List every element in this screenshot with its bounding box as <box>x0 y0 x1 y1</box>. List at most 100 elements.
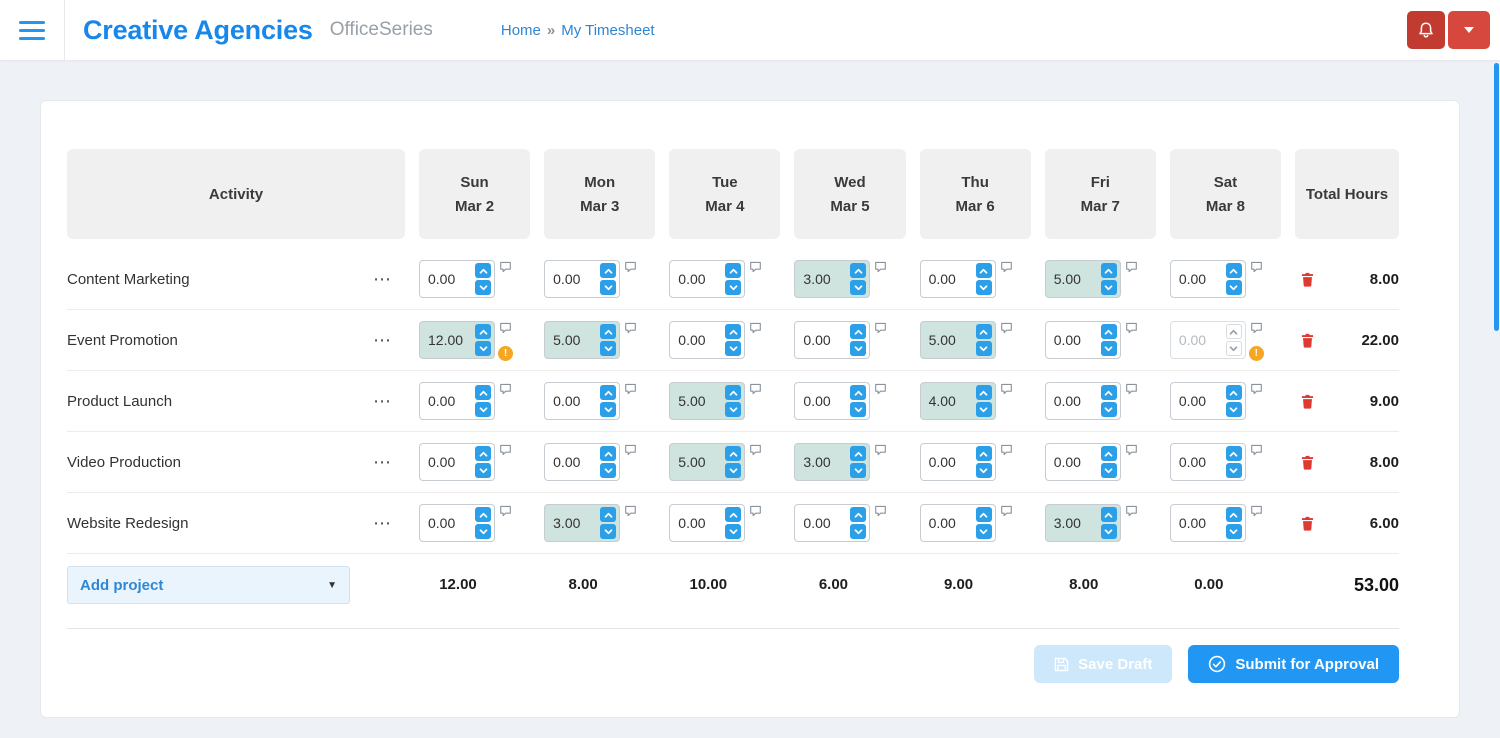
comment-icon[interactable] <box>1125 444 1138 456</box>
increment-button[interactable] <box>725 385 742 400</box>
hours-input[interactable]: 0.00 <box>419 260 495 298</box>
row-options-button[interactable]: ⋯ <box>373 453 393 471</box>
hours-input[interactable]: 0.00 <box>794 382 871 420</box>
increment-button[interactable] <box>850 446 867 461</box>
decrement-button[interactable] <box>850 524 867 539</box>
comment-icon[interactable] <box>1250 505 1263 517</box>
comment-icon[interactable] <box>874 322 887 334</box>
increment-button[interactable] <box>725 446 742 461</box>
menu-button[interactable] <box>15 17 49 44</box>
delete-row-button[interactable] <box>1301 516 1314 531</box>
decrement-button[interactable] <box>725 402 742 417</box>
comment-icon[interactable] <box>624 383 637 395</box>
hours-input[interactable]: 0.00 <box>1169 443 1246 481</box>
hours-input[interactable]: 12.00 <box>419 321 495 359</box>
hours-input[interactable]: 3.00 <box>1044 504 1121 542</box>
delete-row-button[interactable] <box>1301 394 1314 409</box>
decrement-button[interactable] <box>975 524 992 539</box>
hours-input[interactable]: 0.00 <box>419 504 495 542</box>
delete-row-button[interactable] <box>1301 333 1314 348</box>
comment-icon[interactable] <box>874 444 887 456</box>
comment-icon[interactable] <box>749 383 762 395</box>
comment-icon[interactable] <box>1250 383 1263 395</box>
comment-icon[interactable] <box>1000 261 1013 273</box>
hours-input[interactable]: 0.00 <box>794 504 871 542</box>
comment-icon[interactable] <box>624 505 637 517</box>
submit-for-approval-button[interactable]: Submit for Approval <box>1188 645 1399 683</box>
increment-button[interactable] <box>975 324 992 339</box>
decrement-button[interactable] <box>1100 463 1117 478</box>
increment-button[interactable] <box>475 385 491 400</box>
increment-button[interactable] <box>1225 385 1242 400</box>
increment-button[interactable] <box>975 507 992 522</box>
decrement-button[interactable] <box>475 402 491 417</box>
decrement-button[interactable] <box>1100 524 1117 539</box>
comment-icon[interactable] <box>1250 322 1263 334</box>
hours-input[interactable]: 0.00 <box>1169 260 1246 298</box>
increment-button[interactable] <box>975 446 992 461</box>
hours-input[interactable]: 0.00 <box>919 260 996 298</box>
comment-icon[interactable] <box>874 505 887 517</box>
increment-button[interactable] <box>1225 446 1242 461</box>
decrement-button[interactable] <box>1225 402 1242 417</box>
comment-icon[interactable] <box>499 322 512 334</box>
decrement-button[interactable] <box>850 341 867 356</box>
comment-icon[interactable] <box>499 505 512 517</box>
breadcrumb-home-link[interactable]: Home <box>501 22 541 39</box>
decrement-button[interactable] <box>475 524 491 539</box>
comment-icon[interactable] <box>874 261 887 273</box>
comment-icon[interactable] <box>624 444 637 456</box>
row-options-button[interactable]: ⋯ <box>373 514 393 532</box>
hours-input[interactable]: 0.00 <box>1169 382 1246 420</box>
increment-button[interactable] <box>1100 446 1117 461</box>
increment-button[interactable] <box>850 507 867 522</box>
hours-input[interactable]: 4.00 <box>919 382 996 420</box>
hours-input[interactable]: 0.00 <box>544 260 621 298</box>
increment-button[interactable] <box>975 263 992 278</box>
delete-row-button[interactable] <box>1301 272 1314 287</box>
increment-button[interactable] <box>1100 385 1117 400</box>
increment-button[interactable] <box>600 507 617 522</box>
decrement-button[interactable] <box>850 463 867 478</box>
hours-input[interactable]: 0.00 <box>1169 321 1246 359</box>
decrement-button[interactable] <box>600 402 617 417</box>
comment-icon[interactable] <box>1125 322 1138 334</box>
increment-button[interactable] <box>1225 324 1242 339</box>
increment-button[interactable] <box>725 263 742 278</box>
decrement-button[interactable] <box>1225 280 1242 295</box>
decrement-button[interactable] <box>600 463 617 478</box>
decrement-button[interactable] <box>600 341 617 356</box>
scrollbar-thumb[interactable] <box>1494 63 1499 331</box>
row-options-button[interactable]: ⋯ <box>373 270 393 288</box>
hours-input[interactable]: 0.00 <box>544 382 621 420</box>
hours-input[interactable]: 3.00 <box>794 260 871 298</box>
decrement-button[interactable] <box>725 463 742 478</box>
comment-icon[interactable] <box>1250 444 1263 456</box>
increment-button[interactable] <box>475 324 491 339</box>
row-options-button[interactable]: ⋯ <box>373 331 393 349</box>
comment-icon[interactable] <box>1125 383 1138 395</box>
decrement-button[interactable] <box>475 280 491 295</box>
hours-input[interactable]: 0.00 <box>544 443 621 481</box>
comment-icon[interactable] <box>749 322 762 334</box>
hours-input[interactable]: 3.00 <box>544 504 621 542</box>
decrement-button[interactable] <box>1225 463 1242 478</box>
decrement-button[interactable] <box>975 463 992 478</box>
breadcrumb-current-link[interactable]: My Timesheet <box>561 22 654 39</box>
increment-button[interactable] <box>1100 507 1117 522</box>
comment-icon[interactable] <box>749 444 762 456</box>
hours-input[interactable]: 0.00 <box>1044 321 1121 359</box>
comment-icon[interactable] <box>499 261 512 273</box>
hours-input[interactable]: 0.00 <box>919 443 996 481</box>
comment-icon[interactable] <box>1000 505 1013 517</box>
decrement-button[interactable] <box>725 280 742 295</box>
increment-button[interactable] <box>1100 324 1117 339</box>
decrement-button[interactable] <box>600 280 617 295</box>
save-draft-button[interactable]: Save Draft <box>1034 645 1173 683</box>
hours-input[interactable]: 0.00 <box>669 321 746 359</box>
comment-icon[interactable] <box>749 505 762 517</box>
increment-button[interactable] <box>975 385 992 400</box>
decrement-button[interactable] <box>975 280 992 295</box>
account-menu-button[interactable] <box>1448 11 1490 49</box>
increment-button[interactable] <box>725 507 742 522</box>
